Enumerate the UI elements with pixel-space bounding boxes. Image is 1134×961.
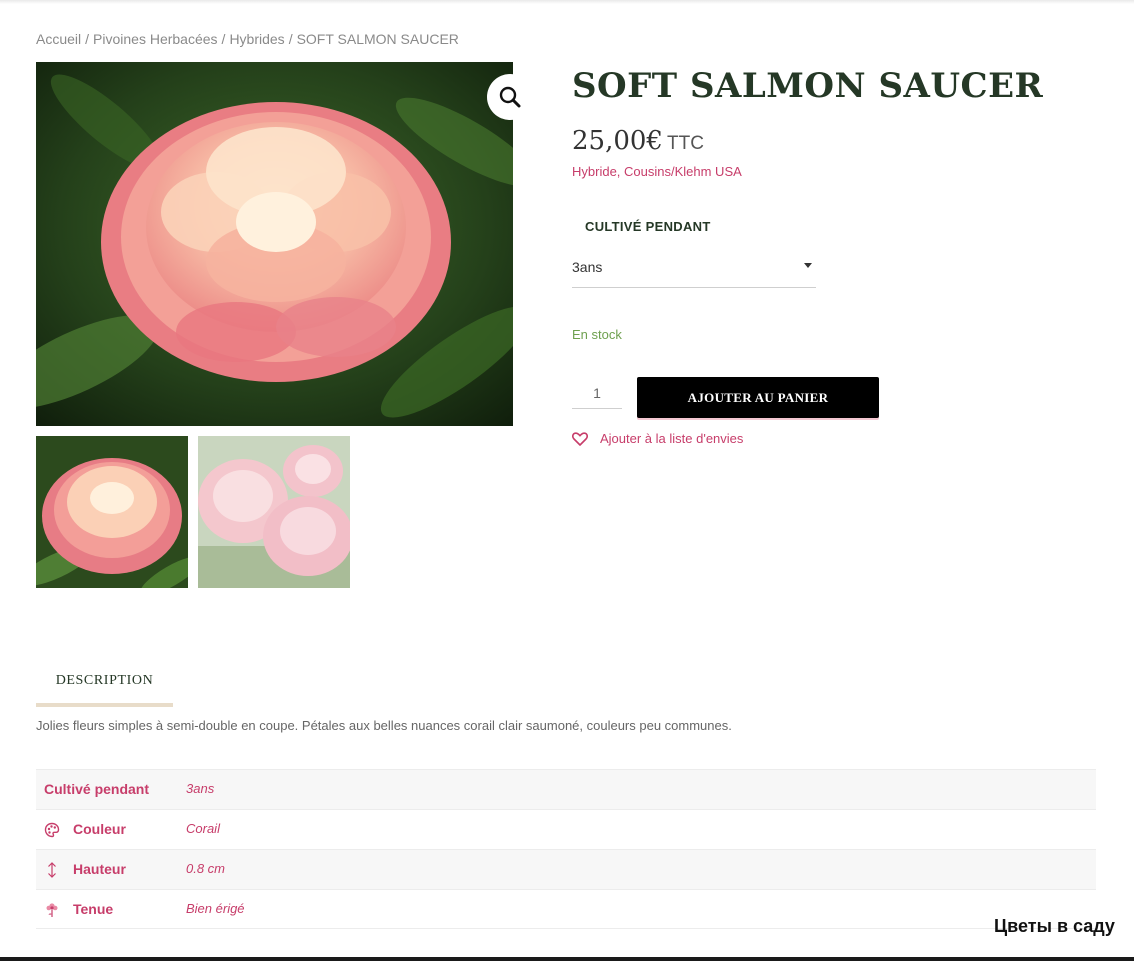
stock-status: En stock (572, 327, 622, 342)
price-amount: 25,00€ (572, 126, 663, 156)
breadcrumb: Accueil / Pivoines Herbacées / Hybrides / SOFT… (36, 31, 459, 47)
product-page: Accueil / Pivoines Herbacées / Hybrides / SOFT… (0, 0, 1134, 961)
header-shadow (0, 0, 1134, 4)
breadcrumb-separator: / (288, 31, 293, 47)
tab-description[interactable]: DESCRIPTION (36, 665, 173, 707)
flower-icon (46, 903, 58, 917)
attribute-value: 3ans (186, 781, 215, 796)
wishlist-link[interactable]: Ajouter à la liste d'envies (572, 431, 743, 446)
attribute-name: Couleur (73, 821, 126, 837)
breadcrumb-current: SOFT SALMON SAUCER (296, 31, 459, 47)
wishlist-label: Ajouter à la liste d'envies (600, 431, 744, 446)
breadcrumb-home[interactable]: Accueil (36, 31, 81, 47)
product-subtitle: Hybride, Cousins/Klehm USA (572, 164, 742, 179)
attribute-name: Tenue (73, 901, 114, 917)
watermark: Цветы в саду (994, 916, 1115, 936)
peony-pale-pink-thumbnail (198, 436, 350, 588)
tab-active-indicator (36, 703, 173, 707)
quantity-input[interactable] (572, 377, 622, 409)
variation-select[interactable]: 3ans (572, 250, 816, 288)
thumbnail-2[interactable] (198, 436, 350, 588)
attribute-row-cultive-pendant: Cultivé pendant 3ans (36, 769, 1096, 809)
variation-label: CULTIVÉ PENDANT (585, 219, 711, 234)
variation-selected-value: 3ans (572, 259, 603, 275)
bottom-border (0, 957, 1134, 961)
breadcrumb-separator: / (221, 31, 226, 47)
attribute-row-tenue: Tenue Bien érigé (36, 889, 1096, 929)
thumbnail-1[interactable] (36, 436, 188, 588)
caret-down-icon (804, 263, 812, 268)
product-description: Jolies fleurs simples à semi-double en c… (36, 718, 732, 733)
attribute-value: 0.8 cm (186, 861, 226, 876)
vertical-arrows-icon (48, 862, 56, 878)
magnifier-icon (499, 86, 521, 108)
palette-icon (44, 822, 60, 838)
add-to-cart-button[interactable]: AJOUTER AU PANIER (637, 377, 879, 418)
zoom-button[interactable] (487, 74, 533, 120)
heart-icon (572, 431, 588, 446)
attribute-value: Bien érigé (186, 901, 245, 916)
attribute-row-hauteur: Hauteur 0.8 cm (36, 849, 1096, 889)
breadcrumb-pivoines-herbacees[interactable]: Pivoines Herbacées (93, 31, 218, 47)
product-price: 25,00€ TTC (572, 126, 704, 156)
attribute-name: Cultivé pendant (44, 781, 150, 797)
product-title: SOFT SALMON SAUCER (572, 66, 1044, 106)
attribute-row-couleur: Couleur Corail (36, 809, 1096, 849)
tab-description-label: DESCRIPTION (55, 673, 154, 688)
breadcrumb-hybrides[interactable]: Hybrides (229, 31, 284, 47)
breadcrumb-separator: / (85, 31, 90, 47)
peony-coral-thumbnail (36, 436, 188, 588)
main-product-image[interactable] (36, 62, 513, 426)
attribute-name: Hauteur (73, 861, 126, 877)
peony-photo (36, 62, 513, 426)
tax-label: TTC (666, 133, 704, 154)
attribute-value: Corail (186, 821, 220, 836)
attributes-table: Cultivé pendant 3ans Couleur Corail Haut… (36, 769, 1096, 929)
